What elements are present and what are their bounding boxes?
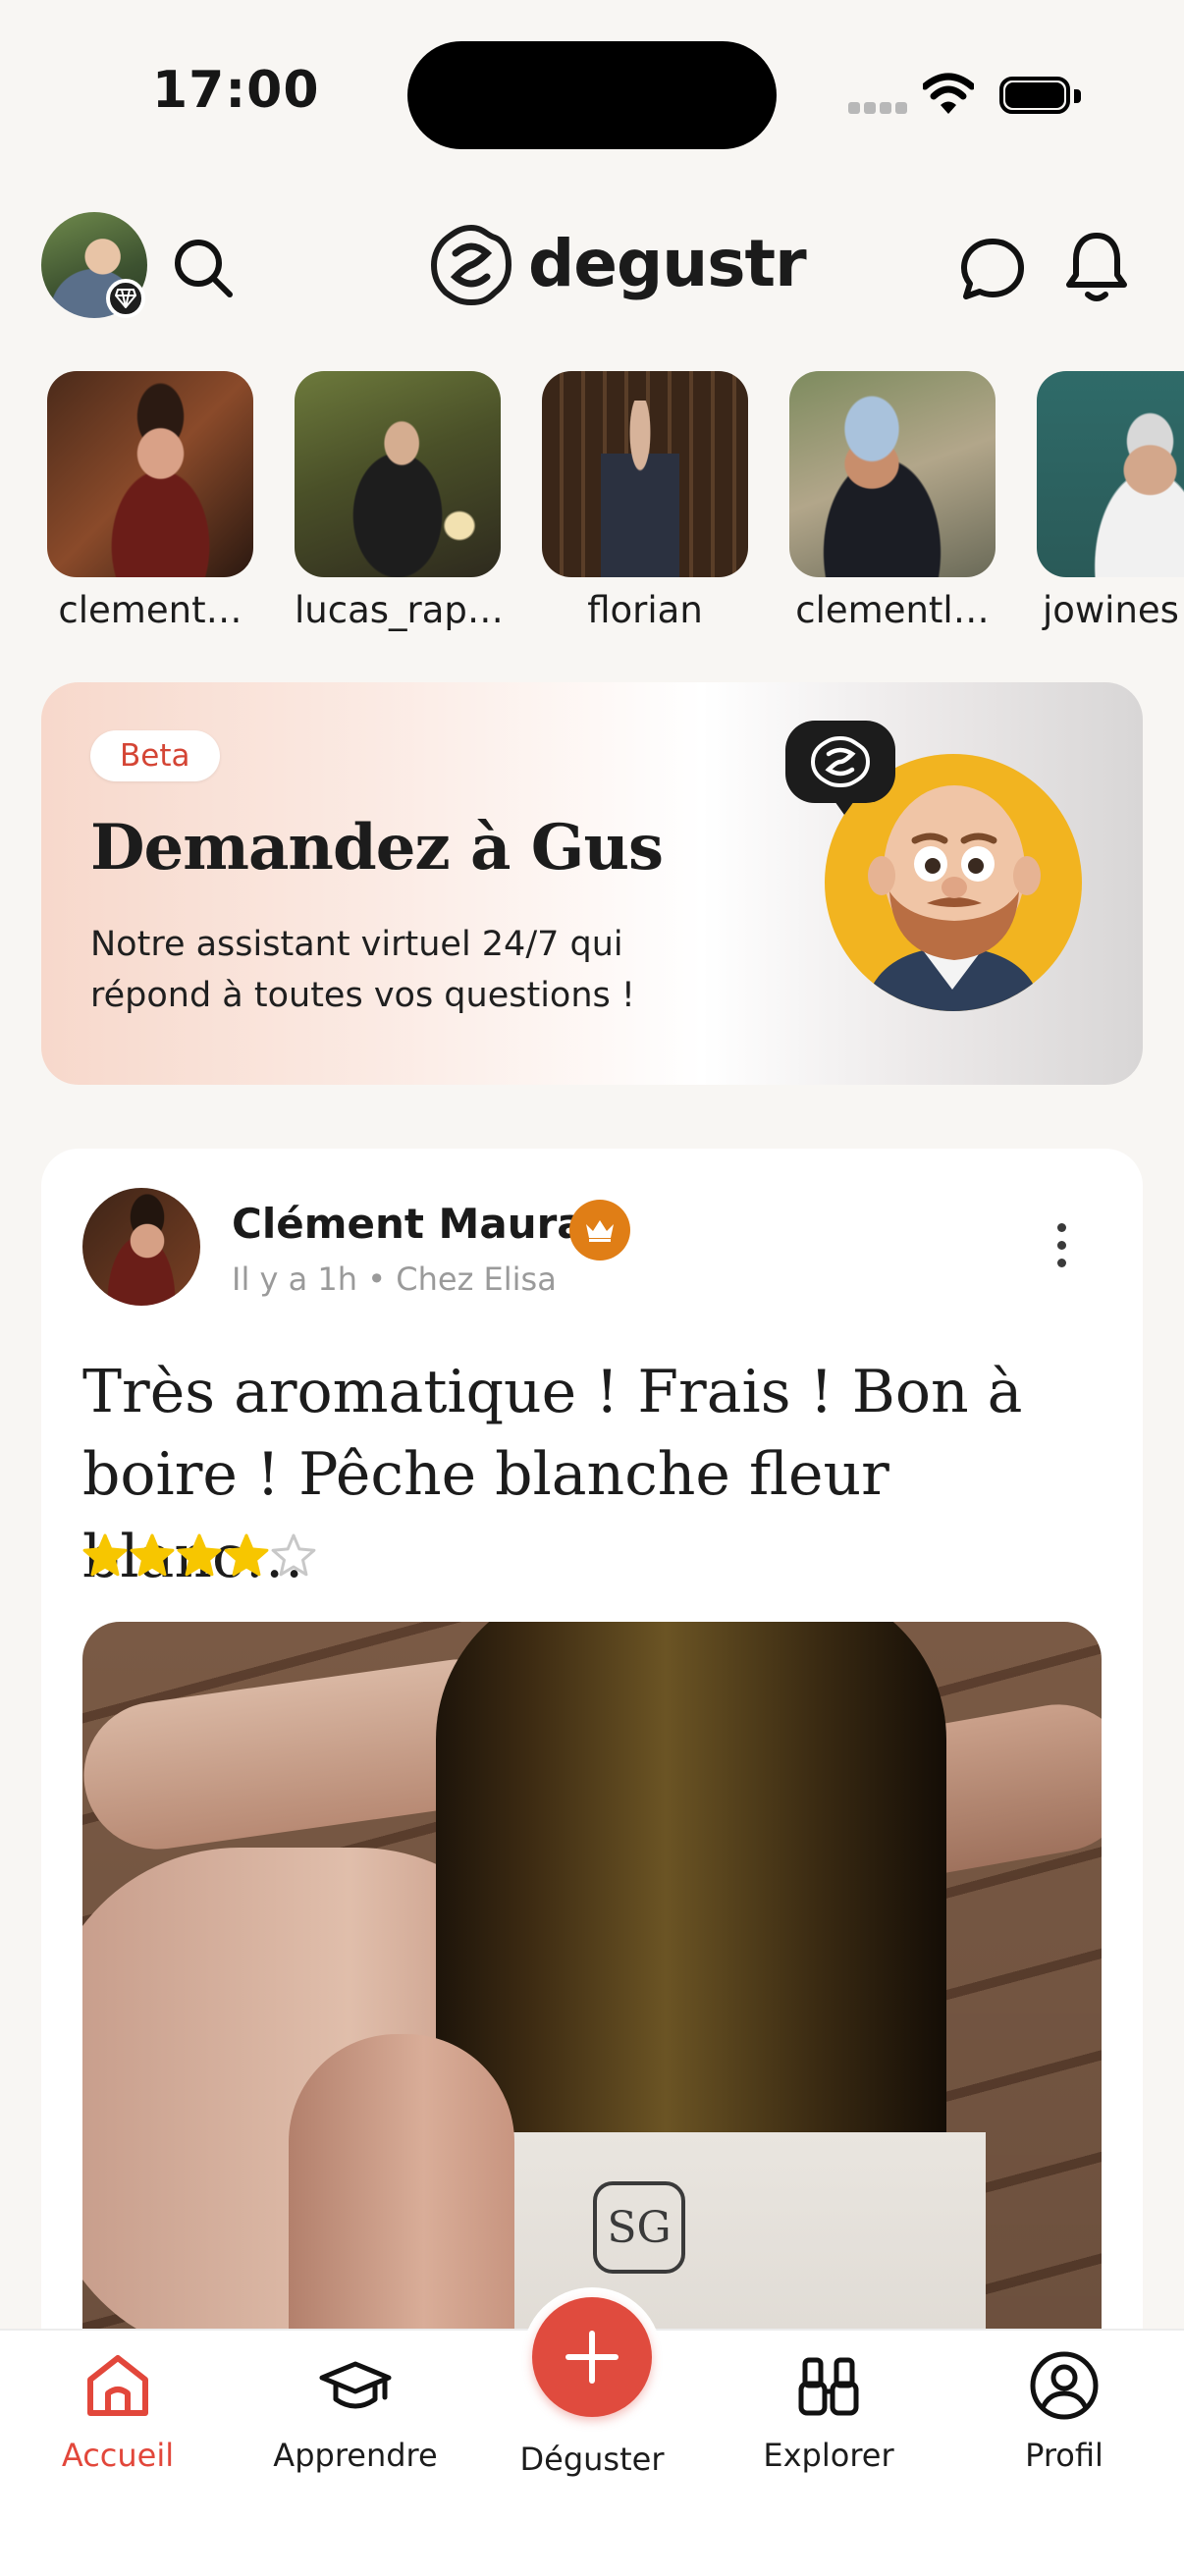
more-options-icon[interactable] (1047, 1223, 1076, 1274)
star-filled-icon (177, 1533, 222, 1577)
nav-label: Profil (1025, 2437, 1103, 2474)
nav-label: Accueil (61, 2437, 175, 2474)
user-circle-icon (1030, 2351, 1099, 2420)
star-filled-icon (130, 1533, 175, 1577)
star-filled-icon (82, 1533, 128, 1577)
brand-name: degustr (528, 226, 807, 301)
story-item[interactable]: lucas_rap… (295, 371, 501, 631)
binoculars-icon (798, 2357, 859, 2416)
graduation-cap-icon (319, 2361, 392, 2409)
star-empty-icon (271, 1533, 316, 1577)
gus-banner-title: Demandez à Gus (90, 811, 664, 885)
deguster-add-button[interactable] (532, 2297, 652, 2417)
gus-logo-bubble-icon (785, 721, 895, 815)
degustr-logo-mark-icon (430, 224, 512, 306)
post-meta: Il y a 1h • Chez Elisa (232, 1261, 557, 1298)
crown-icon (569, 1200, 630, 1261)
nav-deguster[interactable]: Déguster (494, 2441, 690, 2478)
story-thumbnail[interactable] (542, 371, 748, 577)
bell-icon[interactable] (1064, 230, 1129, 304)
post-author-avatar[interactable] (82, 1188, 200, 1306)
nav-label: Explorer (763, 2437, 894, 2474)
story-username: clementl… (795, 589, 990, 631)
story-username: lucas_rap… (295, 589, 501, 631)
signal-icon (848, 102, 907, 116)
story-thumbnail[interactable] (1037, 371, 1184, 577)
post-author-name[interactable]: Clément Maura (232, 1200, 585, 1248)
story-username: florian (587, 589, 703, 631)
story-item[interactable]: clement… (47, 371, 253, 631)
story-thumbnail[interactable] (789, 371, 996, 577)
rating-stars (82, 1533, 316, 1577)
nav-profil[interactable]: Profil (966, 2348, 1162, 2474)
star-filled-icon (224, 1533, 269, 1577)
dynamic-island (407, 41, 777, 149)
plus-icon (565, 2331, 619, 2384)
degustr-logo: degustr (430, 224, 807, 306)
nav-accueil[interactable]: Accueil (20, 2348, 216, 2474)
battery-icon (999, 77, 1082, 116)
premium-diamond-icon (106, 279, 145, 318)
gus-banner-description: Notre assistant virtuel 24/7 qui répond … (90, 925, 635, 1015)
nav-label: Apprendre (273, 2437, 438, 2474)
nav-apprendre[interactable]: Apprendre (257, 2348, 454, 2474)
story-username: clement… (58, 589, 242, 631)
beta-badge: Beta (90, 730, 220, 781)
story-username: jowines (1043, 589, 1179, 631)
story-item[interactable]: clementl… (789, 371, 996, 631)
story-thumbnail[interactable] (295, 371, 501, 577)
story-thumbnail[interactable] (47, 371, 253, 577)
search-icon[interactable] (171, 236, 236, 300)
status-time: 17:00 (152, 61, 320, 120)
story-item[interactable]: jowines (1037, 371, 1184, 631)
nav-label: Déguster (519, 2441, 665, 2478)
nav-explorer[interactable]: Explorer (730, 2348, 927, 2474)
wine-label-logo: SG (593, 2181, 685, 2274)
home-icon (87, 2355, 148, 2416)
chat-bubble-icon[interactable] (958, 236, 1027, 304)
wifi-icon (923, 73, 974, 114)
story-item[interactable]: florian (542, 371, 748, 631)
